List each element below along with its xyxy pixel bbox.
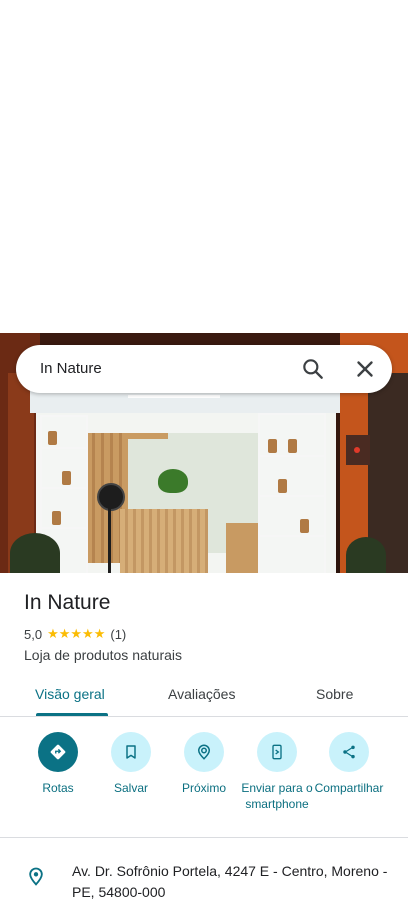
directions-button[interactable]: Rotas — [20, 732, 96, 796]
share-button[interactable]: Compartilhar — [311, 732, 387, 796]
rating-row[interactable]: 5,0 ★★★★★ (1) — [24, 626, 126, 642]
search-query[interactable]: In Nature — [40, 360, 102, 377]
photo-shelf-right — [258, 413, 326, 573]
place-category[interactable]: Loja de produtos naturais — [24, 647, 182, 663]
nearby-button[interactable]: Próximo — [166, 732, 242, 796]
rating-value: 5,0 — [24, 626, 43, 642]
nearby-icon — [184, 732, 224, 772]
share-icon — [329, 732, 369, 772]
tab-about[interactable]: Sobre — [316, 686, 353, 702]
section-divider — [0, 837, 408, 838]
photo-lamp — [128, 395, 220, 398]
close-icon[interactable] — [352, 356, 378, 382]
search-bar[interactable]: In Nature — [16, 345, 392, 393]
review-count[interactable]: (1) — [110, 627, 126, 642]
send-to-phone-icon — [257, 732, 297, 772]
place-title: In Nature — [24, 591, 111, 614]
tabs-divider — [0, 716, 408, 717]
photo-fan-pole — [108, 507, 111, 573]
share-label: Compartilhar — [314, 781, 384, 795]
photo-plant-left — [10, 533, 60, 573]
photo-counter — [120, 509, 208, 573]
bookmark-icon — [111, 732, 151, 772]
star-rating-icon: ★★★★★ — [47, 626, 106, 641]
photo-wood-beam — [128, 433, 168, 439]
directions-icon — [38, 732, 78, 772]
send-to-phone-label: Enviar para o smartphone — [241, 781, 313, 811]
search-icon[interactable] — [300, 356, 326, 382]
map-area-blank — [0, 0, 408, 333]
location-pin-icon — [26, 864, 46, 888]
photo-plant-right — [346, 537, 386, 573]
photo-table — [226, 523, 258, 573]
save-button[interactable]: Salvar — [93, 732, 169, 796]
photo-wall-box — [346, 435, 370, 465]
save-label: Salvar — [113, 781, 148, 795]
nearby-label: Próximo — [181, 781, 226, 795]
photo-plant — [158, 469, 188, 493]
address-text[interactable]: Av. Dr. Sofrônio Portela, 4247 E - Centr… — [72, 861, 392, 903]
photo-fan — [97, 483, 125, 511]
directions-label: Rotas — [42, 781, 74, 795]
tab-overview[interactable]: Visão geral — [35, 686, 105, 702]
tab-reviews[interactable]: Avaliações — [168, 686, 235, 702]
send-to-phone-button[interactable]: Enviar para o smartphone — [239, 732, 315, 812]
